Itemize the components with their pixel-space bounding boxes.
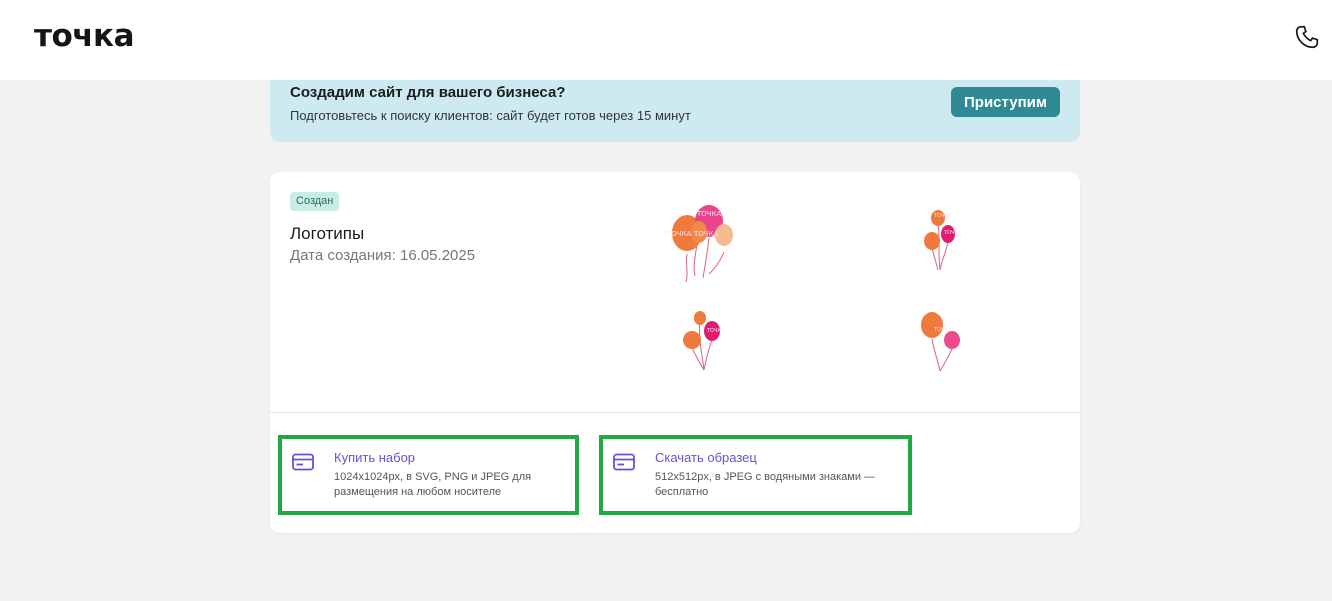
buy-set-desc-line: 1024x1024px, в SVG, PNG и JPEG для [334, 471, 532, 483]
logo-text: ТОЧКА [666, 230, 692, 238]
logo-preview-3[interactable]: ТОЧКА [674, 308, 724, 374]
site-promo-banner: Создадим сайт для вашего бизнеса? Подгот… [270, 80, 1080, 142]
card-icon [613, 453, 635, 471]
logo-text: ТОЧКА [933, 327, 952, 333]
card-divider [270, 412, 1080, 413]
status-badge: Создан [290, 192, 340, 211]
tochka-logo[interactable]: точка [34, 18, 135, 54]
buy-set-description: 1024x1024px, в SVG, PNG и JPEG для разме… [334, 470, 531, 500]
card-icon [292, 453, 314, 471]
buy-set-label: Купить набор [334, 450, 416, 465]
banner-title: Создадим сайт для вашего бизнеса? [290, 84, 566, 101]
start-button[interactable]: Приступим [951, 87, 1060, 117]
logo-text: ТОЧКА [693, 230, 719, 238]
banner-subtitle: Подготовьтесь к поиску клиентов: сайт бу… [290, 108, 691, 123]
buy-set-button[interactable]: Купить набор 1024x1024px, в SVG, PNG и J… [278, 435, 579, 515]
logo-preview-2[interactable]: ТОЧКА ТОЧКА [918, 208, 963, 274]
top-header: точка [0, 0, 1332, 80]
logo-text: ТОЧКА [706, 328, 724, 334]
download-sample-label: Скачать образец [655, 450, 757, 465]
download-sample-description: 512x512px, в JPEG с водяными знаками — б… [655, 470, 875, 500]
logo-preview-1[interactable]: ТОЧКА ТОЧКА ТОЧКА [665, 202, 740, 284]
card-title: Логотипы [290, 224, 365, 243]
download-sample-desc-line: 512x512px, в JPEG с водяными знаками — [655, 471, 876, 483]
logo-text: ТОЧКА [933, 213, 952, 219]
logo-preview-4[interactable]: ТОЧКА [918, 309, 963, 373]
download-sample-desc-line: бесплатно [655, 486, 709, 498]
download-sample-button[interactable]: Скачать образец 512x512px, в JPEG с водя… [599, 435, 912, 515]
phone-icon[interactable] [1294, 24, 1320, 50]
buy-set-desc-line: размещения на любом носителе [334, 486, 502, 498]
creation-date: Дата создания: 16.05.2025 [290, 247, 476, 264]
logo-text: ТОЧКА [943, 230, 962, 236]
logo-text: ТОЧКА [696, 210, 722, 218]
logo-order-card: Создан Логотипы Дата создания: 16.05.202… [270, 172, 1080, 533]
